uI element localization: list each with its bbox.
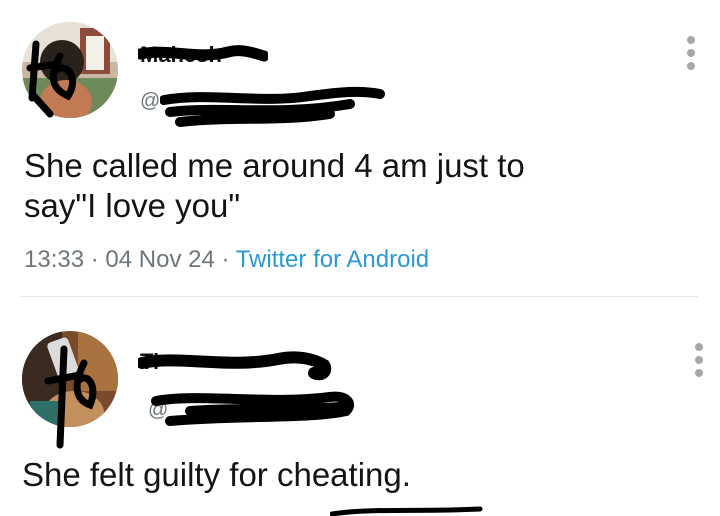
avatar-image bbox=[22, 22, 118, 118]
avatar-image bbox=[22, 331, 118, 427]
tweet-text: She felt guilty for cheating. bbox=[22, 456, 411, 493]
more-vertical-icon[interactable] bbox=[686, 36, 696, 70]
meta-separator: · bbox=[221, 246, 230, 273]
tweet-1[interactable]: Mahesh @ She called me around 4 am just … bbox=[0, 0, 720, 296]
tweet-time: 13:33 bbox=[24, 246, 85, 273]
avatar[interactable] bbox=[22, 331, 118, 427]
redaction-scribble bbox=[138, 351, 332, 381]
tweet-2[interactable]: Ti @ She felt guilty for cheating. bbox=[0, 297, 720, 516]
avatar[interactable] bbox=[22, 22, 118, 118]
handle[interactable]: @ bbox=[148, 399, 168, 422]
display-name[interactable]: Mahesh bbox=[140, 42, 222, 68]
tweet-text: She called me around 4 am just to say"I … bbox=[24, 147, 525, 224]
tweet-meta: 13:33 · 04 Nov 24 · Twitter for Android bbox=[24, 246, 429, 274]
more-vertical-icon[interactable] bbox=[694, 343, 704, 377]
handle[interactable]: @ bbox=[140, 90, 160, 113]
display-name[interactable]: Ti bbox=[140, 349, 159, 375]
redaction-scribble bbox=[330, 506, 483, 516]
meta-separator: · bbox=[90, 246, 99, 273]
tweet-source-link[interactable]: Twitter for Android bbox=[236, 246, 429, 273]
tweet-date: 04 Nov 24 bbox=[105, 246, 215, 273]
redaction-scribble bbox=[160, 86, 385, 127]
redaction-scribble bbox=[151, 391, 355, 426]
